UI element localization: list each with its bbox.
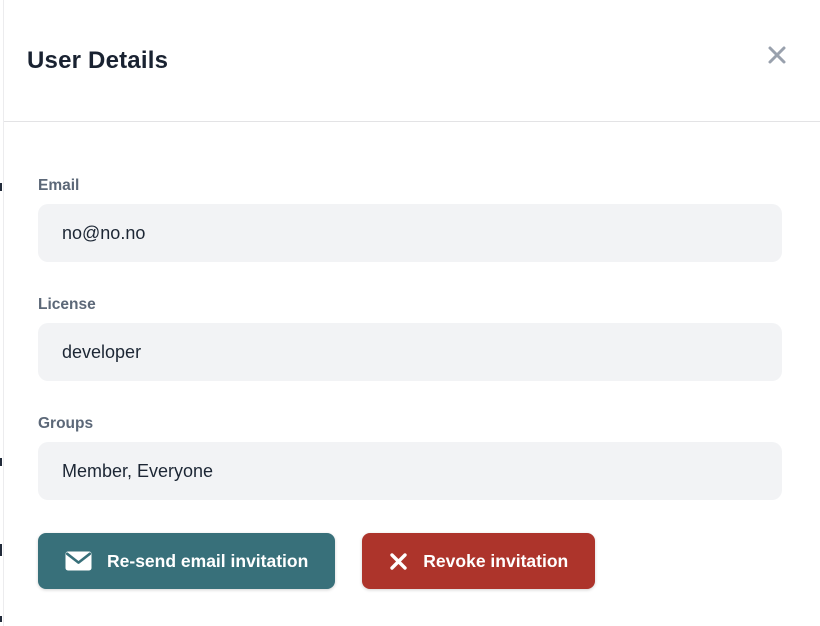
modal-title: User Details xyxy=(27,47,168,75)
occluded-content-fragment xyxy=(0,183,2,191)
occluded-content-fragment xyxy=(0,544,2,556)
revoke-button-label: Revoke invitation xyxy=(423,551,568,572)
occluded-content-fragment xyxy=(0,458,2,466)
modal-header: User Details xyxy=(4,0,820,122)
groups-field[interactable] xyxy=(38,442,782,500)
user-details-modal: User Details Email License Groups xyxy=(3,0,820,626)
groups-field-group: Groups xyxy=(38,414,782,500)
groups-label: Groups xyxy=(38,414,782,433)
envelope-icon xyxy=(65,551,92,571)
email-label: Email xyxy=(38,176,782,195)
email-field[interactable] xyxy=(38,204,782,262)
revoke-invitation-button[interactable]: Revoke invitation xyxy=(362,533,595,589)
email-field-group: Email xyxy=(38,176,782,262)
action-button-row: Re-send email invitation Revoke invitati… xyxy=(38,533,782,589)
occluded-content-fragment xyxy=(0,616,2,622)
license-field-group: License xyxy=(38,295,782,381)
license-label: License xyxy=(38,295,782,314)
modal-body: Email License Groups Re-send email invit… xyxy=(4,122,820,589)
close-icon xyxy=(766,44,788,69)
resend-email-invitation-button[interactable]: Re-send email invitation xyxy=(38,533,335,589)
close-button[interactable] xyxy=(762,42,792,72)
resend-button-label: Re-send email invitation xyxy=(107,551,308,572)
license-field[interactable] xyxy=(38,323,782,381)
x-icon xyxy=(389,552,408,571)
